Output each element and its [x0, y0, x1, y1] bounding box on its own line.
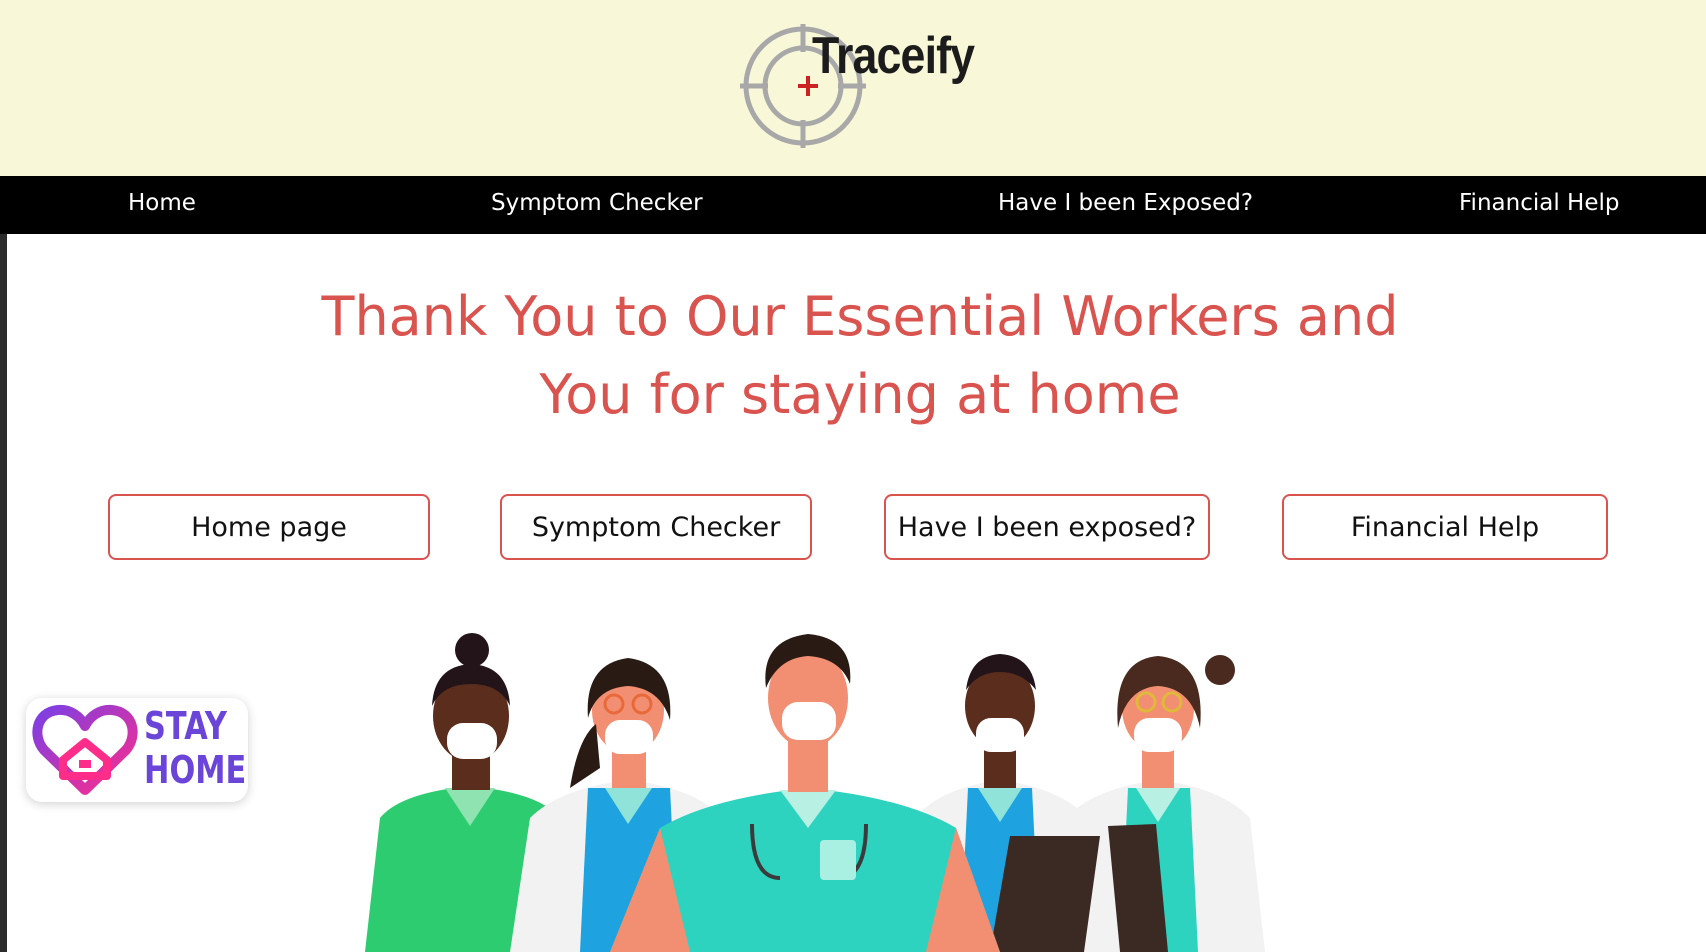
headline-line-2: You for staying at home	[539, 363, 1181, 426]
nav-item-home[interactable]: Home	[128, 190, 196, 216]
home-page-button[interactable]: Home page	[108, 494, 430, 560]
logo[interactable]: Traceify	[740, 20, 1000, 150]
nav-item-exposed[interactable]: Have I been Exposed?	[998, 190, 1253, 216]
exposed-button[interactable]: Have I been exposed?	[884, 494, 1210, 560]
nav-item-symptom-checker[interactable]: Symptom Checker	[491, 190, 703, 216]
heart-house-icon	[32, 704, 138, 795]
site-header: Traceify	[0, 0, 1706, 176]
page: Traceify Home Symptom Checker Have I bee…	[0, 0, 1706, 952]
left-frame-border	[0, 234, 7, 952]
nav-bar: Home Symptom Checker Have I been Exposed…	[0, 176, 1706, 234]
stay-home-line-2: HOME	[144, 748, 247, 792]
brand-name: Traceify	[812, 27, 975, 85]
healthcare-workers-illustration	[365, 633, 1265, 952]
nav-item-financial-help[interactable]: Financial Help	[1459, 190, 1619, 216]
headline-line-1: Thank You to Our Essential Workers and	[321, 285, 1399, 348]
page-headline: Thank You to Our Essential Workers and Y…	[220, 278, 1500, 434]
stay-home-text: STAY HOME	[144, 704, 246, 792]
stay-home-badge: STAY HOME	[26, 698, 248, 802]
symptom-checker-button[interactable]: Symptom Checker	[500, 494, 812, 560]
stay-home-line-1: STAY	[144, 704, 227, 748]
financial-help-button[interactable]: Financial Help	[1282, 494, 1608, 560]
